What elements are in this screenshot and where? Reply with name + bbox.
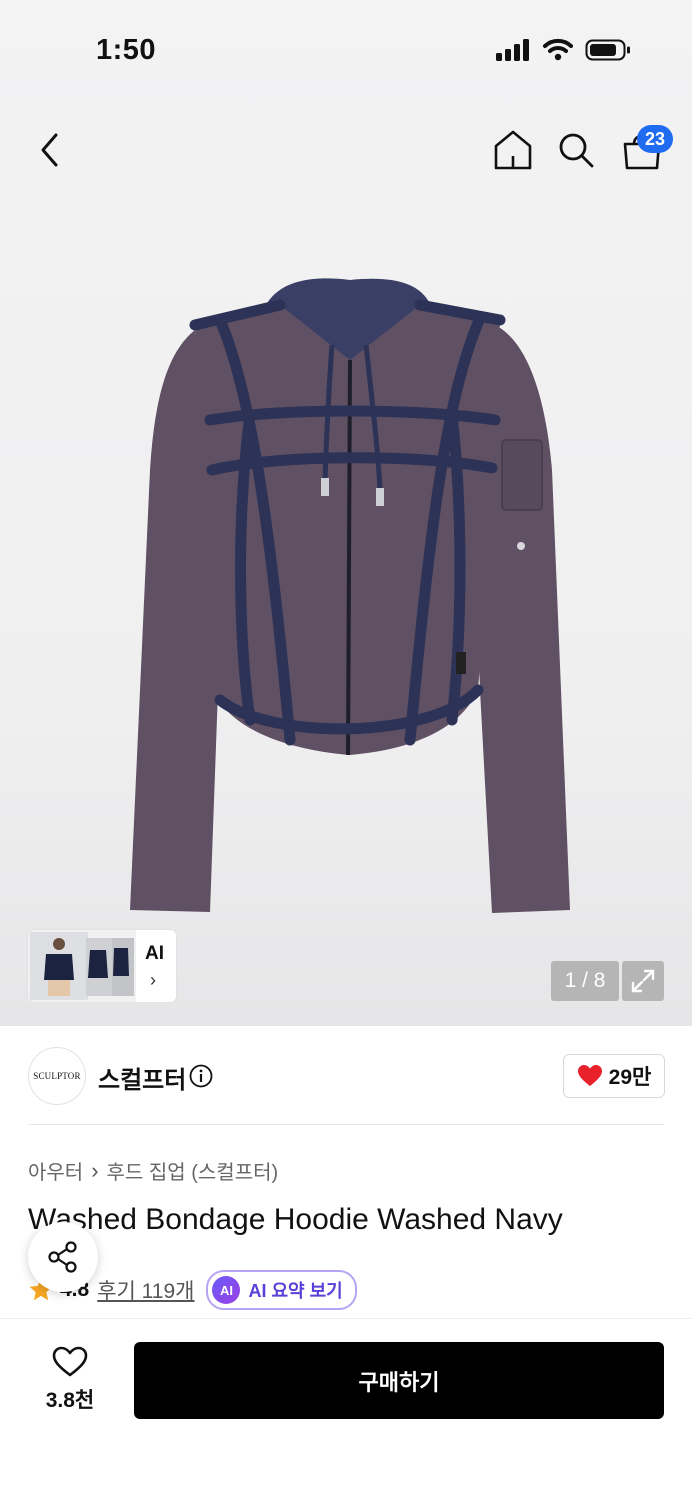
brand-like-count: 29만 bbox=[608, 1066, 652, 1089]
divider bbox=[28, 1124, 664, 1125]
ai-summary-label: AI 요약 보기 bbox=[248, 1281, 343, 1301]
breadcrumb-subcategory[interactable]: 후드 집업 (스컬프터) bbox=[107, 1156, 279, 1185]
heart-outline-icon bbox=[52, 1346, 88, 1377]
status-time: 1:50 bbox=[96, 34, 157, 66]
search-icon bbox=[559, 133, 594, 168]
chevron-right-icon: › bbox=[150, 970, 156, 990]
wifi-icon bbox=[543, 38, 573, 61]
thumbnail-image bbox=[28, 930, 136, 1002]
ai-badge-icon: AI bbox=[212, 1276, 241, 1304]
home-button[interactable] bbox=[492, 128, 534, 172]
brand-logo-text: SCULPTOR bbox=[33, 1071, 81, 1081]
cellular-signal-icon bbox=[496, 39, 529, 61]
share-icon bbox=[48, 1241, 77, 1273]
cart-count-badge: 23 bbox=[637, 125, 673, 153]
brand-like-button[interactable]: 29만 bbox=[563, 1054, 665, 1098]
battery-icon bbox=[585, 39, 630, 61]
status-icons bbox=[495, 38, 631, 62]
ai-thumbnail-label: AI bbox=[145, 943, 164, 964]
heart-filled-icon bbox=[577, 1065, 602, 1086]
thumbnail-strip[interactable]: AI › bbox=[28, 930, 176, 1002]
product-image[interactable] bbox=[100, 270, 600, 940]
breadcrumb: 아우터 › 후드 집업 (스컬프터) bbox=[28, 1156, 278, 1185]
buy-button[interactable]: 구매하기 bbox=[134, 1342, 664, 1419]
reviews-link[interactable]: 후기 119개 bbox=[97, 1275, 194, 1305]
expand-button[interactable] bbox=[622, 961, 664, 1001]
wishlist-count: 3.8천 bbox=[45, 1389, 95, 1412]
chevron-right-icon: › bbox=[91, 1157, 99, 1183]
share-button[interactable] bbox=[28, 1222, 98, 1292]
info-icon[interactable] bbox=[189, 1064, 213, 1088]
brand-name[interactable]: 스컬프터 bbox=[98, 1060, 186, 1095]
brand-logo[interactable]: SCULPTOR bbox=[28, 1047, 86, 1105]
home-icon bbox=[494, 130, 532, 170]
chevron-left-icon bbox=[41, 133, 58, 167]
back-button[interactable] bbox=[34, 130, 70, 170]
breadcrumb-category[interactable]: 아우터 bbox=[28, 1156, 83, 1185]
product-gallery[interactable]: 1:50 23 AI › 1 / 8 bbox=[0, 0, 692, 1026]
ai-summary-button[interactable]: AI AI 요약 보기 bbox=[206, 1270, 357, 1310]
expand-icon bbox=[631, 969, 655, 993]
search-button[interactable] bbox=[556, 130, 596, 170]
image-pager: 1 / 8 bbox=[551, 961, 619, 1001]
product-title: Washed Bondage Hoodie Washed Navy bbox=[28, 1203, 563, 1236]
